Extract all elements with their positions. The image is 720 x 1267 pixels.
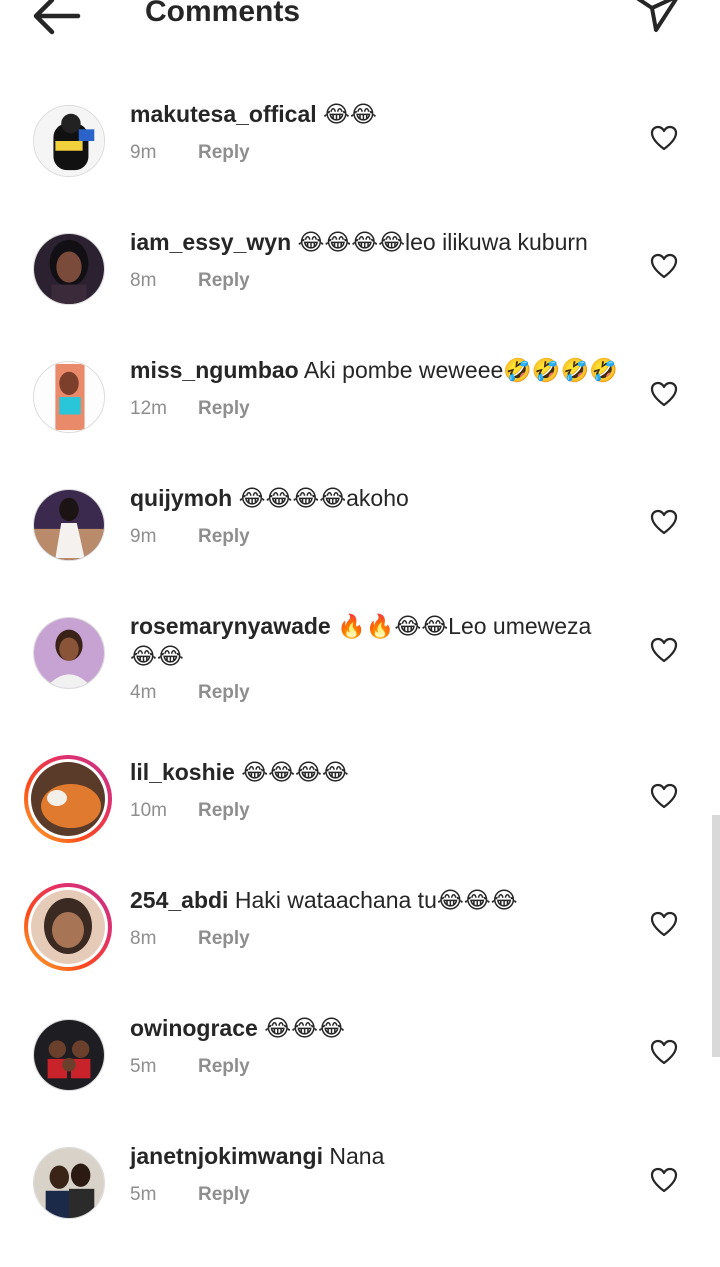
scrollbar[interactable] — [712, 815, 720, 1057]
comment-username[interactable]: owinograce — [130, 1015, 258, 1041]
comment-body: 😂😂😂😂akoho — [232, 485, 409, 511]
comment-item: 254_abdi Haki wataachana tu😂😂😂 8m Reply — [0, 883, 700, 1011]
heart-icon[interactable] — [650, 253, 678, 279]
comment-meta: 9m Reply — [130, 142, 250, 164]
comment-username[interactable]: rosemarynyawade — [130, 613, 331, 639]
comment-username[interactable]: quijymoh — [130, 485, 232, 511]
comment-text: makutesa_offical 😂😂 — [130, 99, 620, 129]
comment-body: Haki wataachana tu😂😂😂 — [228, 887, 518, 913]
reply-button[interactable]: Reply — [198, 398, 250, 419]
comment-meta: 5m Reply — [130, 1184, 250, 1206]
comment-time: 10m — [130, 800, 167, 821]
comment-text: lil_koshie 😂😂😂😂 — [130, 757, 620, 787]
header-bar: Comments — [0, 0, 720, 60]
avatar[interactable] — [33, 361, 105, 433]
comment-text: miss_ngumbao Aki pombe weweee🤣🤣🤣🤣 — [130, 355, 620, 385]
heart-icon[interactable] — [650, 911, 678, 937]
reply-button[interactable]: Reply — [198, 142, 250, 163]
comment-time: 5m — [130, 1056, 157, 1077]
heart-icon[interactable] — [650, 381, 678, 407]
comment-item: janetnjokimwangi Nana 5m Reply — [0, 1143, 700, 1267]
send-icon[interactable] — [628, 0, 684, 40]
comment-text: 254_abdi Haki wataachana tu😂😂😂 — [130, 885, 620, 915]
avatar[interactable] — [33, 105, 105, 177]
reply-button[interactable]: Reply — [198, 1056, 250, 1077]
avatar[interactable] — [33, 1019, 105, 1091]
heart-icon[interactable] — [650, 509, 678, 535]
comment-text: owinograce 😂😂😂 — [130, 1013, 620, 1043]
avatar-story-ring[interactable] — [24, 883, 112, 971]
comment-username[interactable]: makutesa_offical — [130, 101, 317, 127]
comment-text: rosemarynyawade 🔥🔥😂😂Leo umeweza 😂😂 — [130, 611, 620, 671]
comment-body: 😂😂😂😂leo ilikuwa kuburn — [291, 229, 588, 255]
avatar-story-ring[interactable] — [24, 755, 112, 843]
comment-meta: 4m Reply — [130, 682, 250, 704]
comment-meta: 5m Reply — [130, 1056, 250, 1078]
comment-time: 12m — [130, 398, 167, 419]
comment-meta: 10m Reply — [130, 800, 250, 822]
comment-item: miss_ngumbao Aki pombe weweee🤣🤣🤣🤣 12m Rep… — [0, 357, 700, 481]
reply-button[interactable]: Reply — [198, 1184, 250, 1205]
comment-time: 8m — [130, 270, 157, 291]
reply-button[interactable]: Reply — [198, 800, 250, 821]
comment-body: Nana — [322, 1143, 385, 1169]
back-arrow-icon[interactable] — [30, 0, 82, 38]
reply-button[interactable]: Reply — [198, 928, 250, 949]
comment-item: makutesa_offical 😂😂 9m Reply — [0, 101, 700, 225]
heart-icon[interactable] — [650, 637, 678, 663]
comment-time: 8m — [130, 928, 157, 949]
comment-item: iam_essy_wyn 😂😂😂😂leo ilikuwa kuburn 8m Re… — [0, 229, 700, 353]
comment-username[interactable]: 254_abdi — [130, 887, 228, 913]
comment-text: quijymoh 😂😂😂😂akoho — [130, 483, 620, 513]
reply-button[interactable]: Reply — [198, 526, 250, 547]
reply-button[interactable]: Reply — [198, 270, 250, 291]
reply-button[interactable]: Reply — [198, 682, 250, 703]
comment-item: rosemarynyawade 🔥🔥😂😂Leo umeweza 😂😂 4m Rep… — [0, 613, 700, 737]
comment-meta: 12m Reply — [130, 398, 250, 420]
comment-text: iam_essy_wyn 😂😂😂😂leo ilikuwa kuburn — [130, 227, 620, 257]
comment-meta: 8m Reply — [130, 270, 250, 292]
comment-username[interactable]: janetnjokimwangi — [130, 1143, 323, 1169]
comment-text: janetnjokimwangi Nana — [130, 1141, 620, 1171]
heart-icon[interactable] — [650, 125, 678, 151]
comment-time: 5m — [130, 1184, 157, 1205]
heart-icon[interactable] — [650, 1039, 678, 1065]
comment-item: lil_koshie 😂😂😂😂 10m Reply — [0, 755, 700, 883]
comment-time: 9m — [130, 526, 157, 547]
avatar[interactable] — [33, 1147, 105, 1219]
comment-username[interactable]: iam_essy_wyn — [130, 229, 291, 255]
page-title: Comments — [145, 0, 301, 28]
comment-body: 😂😂 — [316, 101, 377, 127]
comment-body: 😂😂😂 — [257, 1015, 345, 1041]
heart-icon[interactable] — [650, 783, 678, 809]
comment-meta: 9m Reply — [130, 526, 250, 548]
comment-item: owinograce 😂😂😂 5m Reply — [0, 1015, 700, 1139]
avatar[interactable] — [33, 489, 105, 561]
comment-time: 9m — [130, 142, 157, 163]
avatar[interactable] — [33, 233, 105, 305]
heart-icon[interactable] — [650, 1167, 678, 1193]
comment-time: 4m — [130, 682, 157, 703]
comment-meta: 8m Reply — [130, 928, 250, 950]
comment-body: 😂😂😂😂 — [234, 759, 349, 785]
comment-username[interactable]: miss_ngumbao — [130, 357, 299, 383]
comment-body: Aki pombe weweee🤣🤣🤣🤣 — [298, 357, 618, 383]
comment-item: quijymoh 😂😂😂😂akoho 9m Reply — [0, 485, 700, 609]
avatar[interactable] — [33, 617, 105, 689]
comment-username[interactable]: lil_koshie — [130, 759, 235, 785]
